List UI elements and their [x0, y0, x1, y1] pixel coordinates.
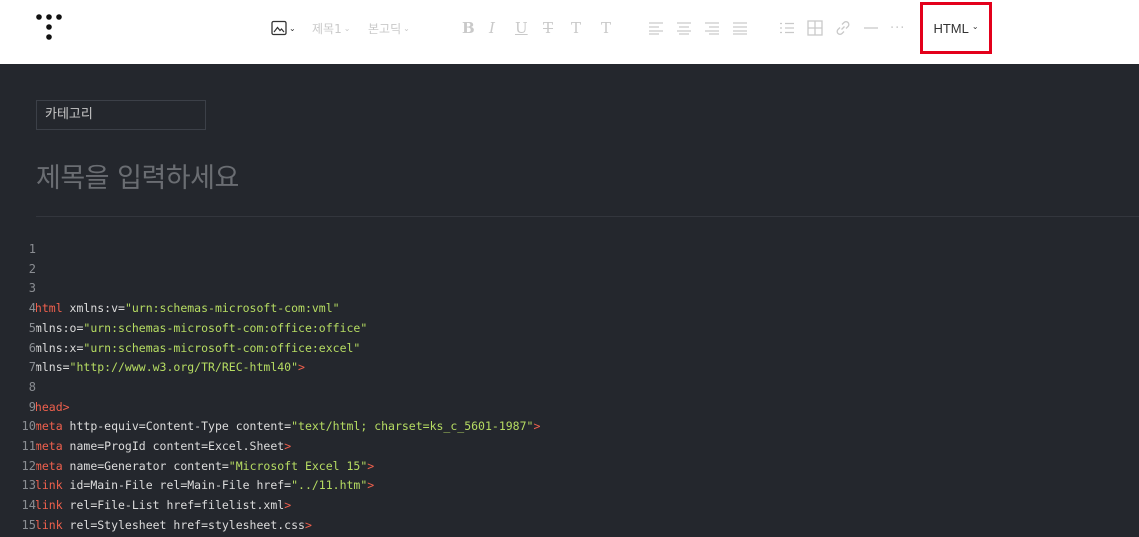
code-token: "Microsoft Excel 15" [228, 458, 368, 473]
code-token: <link [36, 517, 63, 532]
more-icon[interactable]: ··· [890, 18, 905, 38]
code-line: <meta name=ProgId content=Excel.Sheet> [36, 437, 291, 457]
code-token: > [533, 419, 541, 434]
code-token: rel=Stylesheet href=stylesheet.css [69, 517, 305, 532]
category-select[interactable]: 카테고리 [36, 100, 206, 130]
code-token: <meta [36, 439, 63, 453]
tistory-logo-icon[interactable] [36, 14, 62, 42]
text-color-icon[interactable]: T [571, 18, 581, 38]
code-token: <link [36, 478, 63, 493]
line-number: 1 [28, 242, 36, 256]
title-placeholder: 제목을 입력하세요 [36, 163, 239, 194]
code-token: > [367, 478, 375, 493]
line-number: 5 [28, 320, 36, 335]
line-number: 13 [21, 478, 36, 493]
code-area[interactable]: <html xmlns:v="urn:schemas-microsoft-com… [36, 240, 1139, 537]
code-line: xmlns:o="urn:schemas-microsoft-com:offic… [36, 319, 367, 339]
line-number: 6 [28, 340, 36, 355]
html-mode-label: HTML [933, 20, 969, 36]
line-number: 15 [21, 517, 36, 532]
html-mode-button[interactable]: HTML ⌄ [920, 2, 992, 54]
list-icon[interactable] [779, 18, 795, 38]
code-token: > [298, 360, 305, 375]
html-editor: 카테고리 제목을 입력하세요 123456789101112131415 <ht… [0, 64, 1139, 537]
line-number: 3 [28, 281, 36, 296]
code-token: > [284, 498, 292, 513]
code-token: "../11.htm" [291, 478, 368, 493]
font-select[interactable]: 본고딕 ⌄ [368, 18, 410, 38]
line-number: 14 [21, 498, 36, 513]
chevron-down-icon: ⌄ [289, 23, 296, 33]
code-token: "urn:schemas-microsoft-com:office:office… [83, 320, 368, 335]
code-token: <head> [36, 399, 70, 414]
code-token: xmlns:o= [36, 320, 84, 335]
heading-select-label: 제목1 [312, 21, 342, 36]
code-token: name=ProgId content=Excel.Sheet [69, 439, 285, 453]
text-bg-icon[interactable]: T [601, 18, 611, 38]
underline-icon[interactable]: U [515, 18, 528, 38]
italic-icon[interactable]: I [489, 18, 495, 38]
image-icon [271, 20, 287, 36]
line-number: 8 [28, 379, 36, 394]
code-token: xmlns:x= [36, 340, 84, 355]
bold-icon[interactable]: B [462, 18, 475, 38]
title-input[interactable]: 제목을 입력하세요 [36, 156, 239, 195]
code-line: <head> [36, 398, 70, 418]
code-token: http-equiv=Content-Type content= [69, 419, 292, 434]
code-line: <link rel=File-List href=filelist.xml> [36, 496, 291, 516]
code-token: <link [36, 498, 63, 513]
code-line: <link rel=Stylesheet href=stylesheet.css… [36, 516, 312, 536]
code-token: > [284, 439, 292, 453]
horizontal-rule-icon[interactable] [863, 18, 879, 38]
divider [36, 216, 1139, 217]
code-token: rel=File-List href=filelist.xml [69, 498, 285, 513]
image-insert-button[interactable]: ⌄ [271, 18, 296, 38]
code-token: id=Main-File rel=Main-File href= [69, 478, 292, 493]
line-number: 12 [21, 458, 36, 473]
font-select-label: 본고딕 [368, 21, 402, 36]
line-number: 7 [28, 360, 36, 375]
align-left-icon[interactable] [648, 18, 664, 38]
code-token: "urn:schemas-microsoft-com:vml" [124, 301, 340, 316]
heading-select[interactable]: 제목1 ⌄ [312, 18, 350, 38]
line-number: 4 [28, 301, 36, 316]
code-token: > [367, 458, 375, 473]
code-line: xmlns="http://www.w3.org/TR/REC-html40"> [36, 358, 305, 378]
code-line: <meta name=Generator content="Microsoft … [36, 457, 374, 477]
chevron-down-icon: ⌄ [971, 22, 979, 31]
code-line: <meta http-equiv=Content-Type content="t… [36, 417, 540, 437]
table-icon[interactable] [807, 18, 823, 38]
chevron-down-icon: ⌄ [403, 23, 410, 33]
code-token: <meta [36, 458, 63, 473]
code-token: xmlns:v= [69, 301, 125, 316]
code-token: "urn:schemas-microsoft-com:office:excel" [83, 340, 361, 355]
align-center-icon[interactable] [676, 18, 692, 38]
code-token: > [304, 517, 312, 532]
line-number: 10 [21, 419, 36, 434]
code-token: <meta [36, 419, 63, 434]
link-icon[interactable] [835, 18, 851, 38]
code-token: "text/html; charset=ks_c_5601-1987" [291, 419, 534, 434]
editor-toolbar: ⌄ 제목1 ⌄ 본고딕 ⌄ B I U T T T ··· HTML ⌄ [0, 0, 1139, 64]
line-number: 2 [28, 261, 36, 276]
align-right-icon[interactable] [704, 18, 720, 38]
chevron-down-icon: ⌄ [343, 23, 351, 33]
code-token: xmlns= [36, 360, 70, 375]
align-justify-icon[interactable] [732, 18, 748, 38]
category-placeholder: 카테고리 [45, 107, 93, 122]
strikethrough-icon[interactable]: T [543, 18, 553, 38]
code-token: "http://www.w3.org/TR/REC-html40" [69, 360, 299, 375]
code-token: <html [36, 301, 63, 316]
code-line: xmlns:x="urn:schemas-microsoft-com:offic… [36, 339, 360, 359]
line-number: 9 [28, 399, 36, 414]
line-number: 11 [21, 439, 36, 453]
code-line: <html xmlns:v="urn:schemas-microsoft-com… [36, 299, 340, 319]
code-line: <link id=Main-File rel=Main-File href=".… [36, 476, 374, 496]
code-token: name=Generator content= [69, 458, 229, 473]
